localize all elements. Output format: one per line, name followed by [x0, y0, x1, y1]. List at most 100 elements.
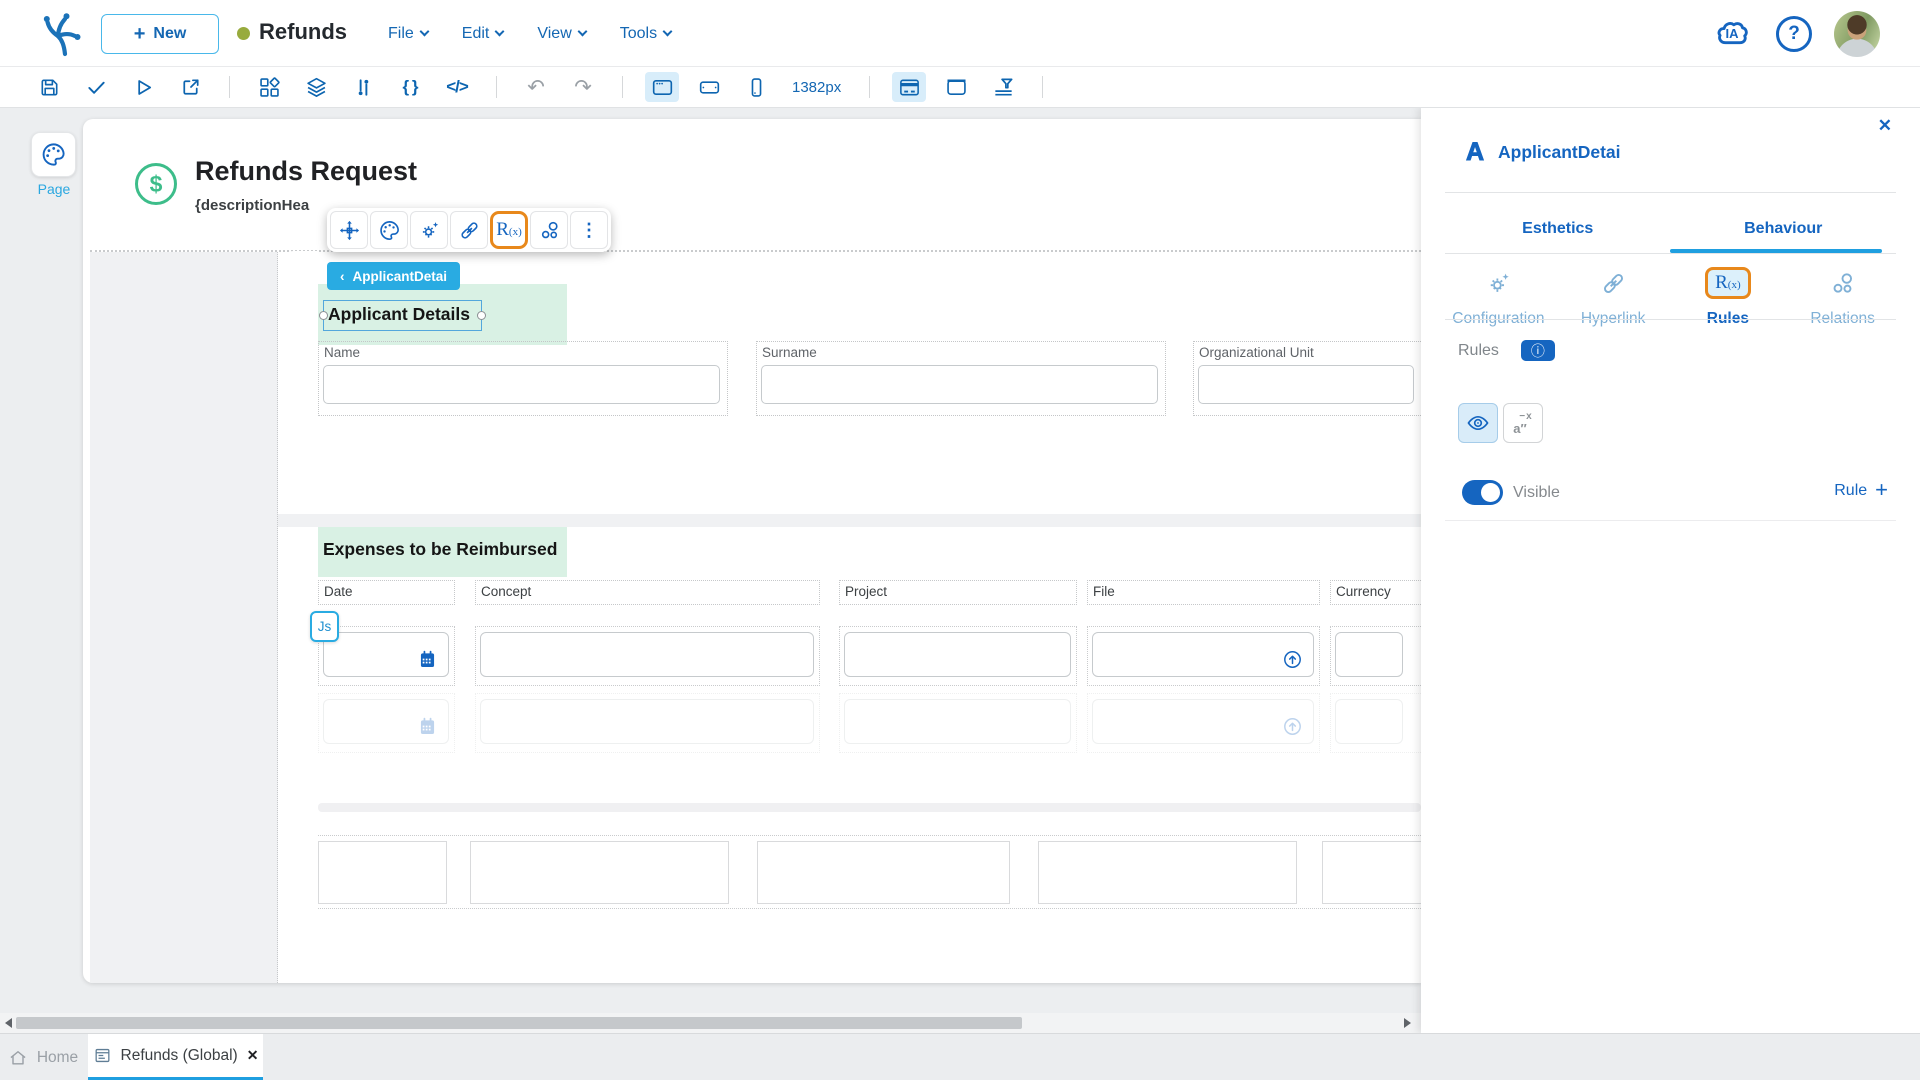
menu-tools[interactable]: Tools: [620, 25, 673, 43]
chevron-down-icon: [494, 26, 505, 37]
js-script-chip[interactable]: Js: [310, 611, 339, 642]
undo-button[interactable]: ↶: [519, 72, 553, 102]
window-top-button[interactable]: [939, 72, 973, 102]
help-button[interactable]: ?: [1776, 15, 1812, 52]
tablet-view-button[interactable]: [692, 72, 726, 102]
empty-cell[interactable]: [318, 841, 447, 904]
file-input[interactable]: [1092, 632, 1314, 677]
configuration-button[interactable]: [410, 211, 448, 249]
phone-view-button[interactable]: [739, 72, 773, 102]
name-input[interactable]: [323, 365, 720, 404]
organizational-unit-input[interactable]: [1198, 365, 1414, 404]
header-footer-button[interactable]: [892, 72, 927, 102]
esthetics-button[interactable]: [370, 211, 408, 249]
empty-cell[interactable]: [757, 841, 1010, 904]
surname-input[interactable]: [761, 365, 1158, 404]
scrollbar-thumb[interactable]: [16, 1017, 1022, 1029]
panel-close-button[interactable]: ✕: [1878, 116, 1892, 136]
subtab-configuration[interactable]: Configuration: [1441, 258, 1556, 328]
info-button[interactable]: ⓘ: [1520, 340, 1555, 361]
tab-esthetics[interactable]: Esthetics: [1445, 204, 1671, 254]
visible-toggle[interactable]: [1462, 480, 1503, 505]
redo-button[interactable]: ↷: [566, 72, 600, 102]
bottom-tab-bar: Home Refunds (Global) ✕: [0, 1033, 1920, 1080]
tab-behaviour[interactable]: Behaviour: [1671, 204, 1897, 254]
variable-text-icon: −x a″: [1513, 410, 1533, 436]
layers-icon: [306, 77, 326, 97]
menu-edit[interactable]: Edit: [462, 25, 505, 43]
chevron-left-icon: ‹: [340, 268, 345, 284]
hyperlink-button[interactable]: [450, 211, 488, 249]
components-button[interactable]: [252, 72, 286, 102]
tablet-icon: [699, 80, 719, 94]
status-dot: [237, 27, 250, 40]
page-palette-button[interactable]: [31, 132, 76, 177]
save-button[interactable]: [32, 72, 66, 102]
field-label: Name: [324, 345, 361, 360]
toggle-knob: [1481, 483, 1500, 502]
flow-button[interactable]: [346, 72, 380, 102]
tab-refunds-global[interactable]: Refunds (Global) ✕: [88, 1034, 263, 1080]
empty-cell[interactable]: [1038, 841, 1297, 904]
panel-divider: [1445, 253, 1896, 254]
menu-view[interactable]: View: [537, 24, 588, 43]
project-input[interactable]: [844, 632, 1071, 677]
preview-button[interactable]: [126, 72, 160, 102]
user-avatar[interactable]: [1834, 10, 1880, 57]
rename-rule-button[interactable]: −x a″: [1503, 403, 1543, 443]
subtab-relations[interactable]: Relations: [1785, 258, 1900, 328]
menu-file[interactable]: File: [388, 25, 430, 43]
dollar-glyph: $: [149, 170, 163, 197]
move-button[interactable]: [330, 211, 368, 249]
selected-element-chip[interactable]: ‹ ApplicantDetai: [327, 262, 461, 290]
design-canvas: $ Refunds Request {descriptionHea ‹ Appl…: [83, 119, 1421, 983]
variables-button[interactable]: { }: [393, 72, 427, 102]
desktop-view-button[interactable]: [645, 72, 679, 102]
date-input[interactable]: [323, 632, 449, 677]
new-button[interactable]: + New: [101, 14, 219, 54]
source-code-button[interactable]: </>: [440, 72, 474, 102]
resize-handle-right[interactable]: [477, 311, 486, 320]
currency-input[interactable]: [1335, 632, 1403, 677]
toolbar-divider: [869, 76, 871, 98]
more-options-button[interactable]: ⋮: [570, 211, 608, 249]
scroll-right-arrow[interactable]: [1404, 1018, 1411, 1028]
layers-button[interactable]: [299, 72, 333, 102]
subtab-hyperlink[interactable]: Hyperlink: [1556, 258, 1671, 328]
form-subtitle: {descriptionHea: [195, 197, 310, 214]
publish-button[interactable]: [173, 72, 207, 102]
link-icon: [459, 220, 479, 240]
visible-label: Visible: [1513, 484, 1560, 501]
date-cell: [318, 693, 455, 753]
canvas-horizontal-scrollbar[interactable]: [0, 1013, 1421, 1033]
concept-input[interactable]: [480, 632, 814, 677]
ai-assistant-button[interactable]: IA: [1710, 15, 1754, 53]
canvas-left-margin: [90, 252, 278, 983]
relations-button[interactable]: [530, 211, 568, 249]
vertical-dots-icon: ⋮: [580, 219, 598, 240]
scroll-left-arrow[interactable]: [5, 1018, 12, 1028]
tab-close-button[interactable]: ✕: [247, 1047, 259, 1064]
text-element-icon: A: [1465, 137, 1485, 166]
visibility-rule-button[interactable]: [1458, 403, 1498, 443]
add-rule-button[interactable]: Rule +: [1834, 479, 1888, 501]
concept-cell: [475, 626, 820, 686]
filter-button[interactable]: [986, 72, 1020, 102]
rules-section-label: Rules: [1458, 341, 1499, 359]
calendar-icon[interactable]: [417, 649, 438, 670]
field-label: Surname: [762, 345, 817, 360]
rules-button[interactable]: R(x): [490, 211, 528, 249]
upload-icon[interactable]: [1282, 649, 1303, 670]
subtab-rules[interactable]: R(x) Rules: [1671, 258, 1786, 328]
empty-cell[interactable]: [470, 841, 729, 904]
undo-icon: ↶: [527, 75, 545, 99]
selected-text-element[interactable]: Applicant Details: [319, 300, 486, 331]
field-cell: Surname: [756, 341, 1166, 416]
resize-handle-left[interactable]: [319, 311, 328, 320]
validate-button[interactable]: [79, 72, 113, 102]
brand-logo-icon: [38, 10, 86, 58]
rules-section-header: Rules ⓘ: [1458, 340, 1555, 361]
menu-view-label: View: [537, 24, 572, 42]
empty-cell[interactable]: [1322, 841, 1421, 904]
tab-home[interactable]: Home: [0, 1034, 86, 1080]
